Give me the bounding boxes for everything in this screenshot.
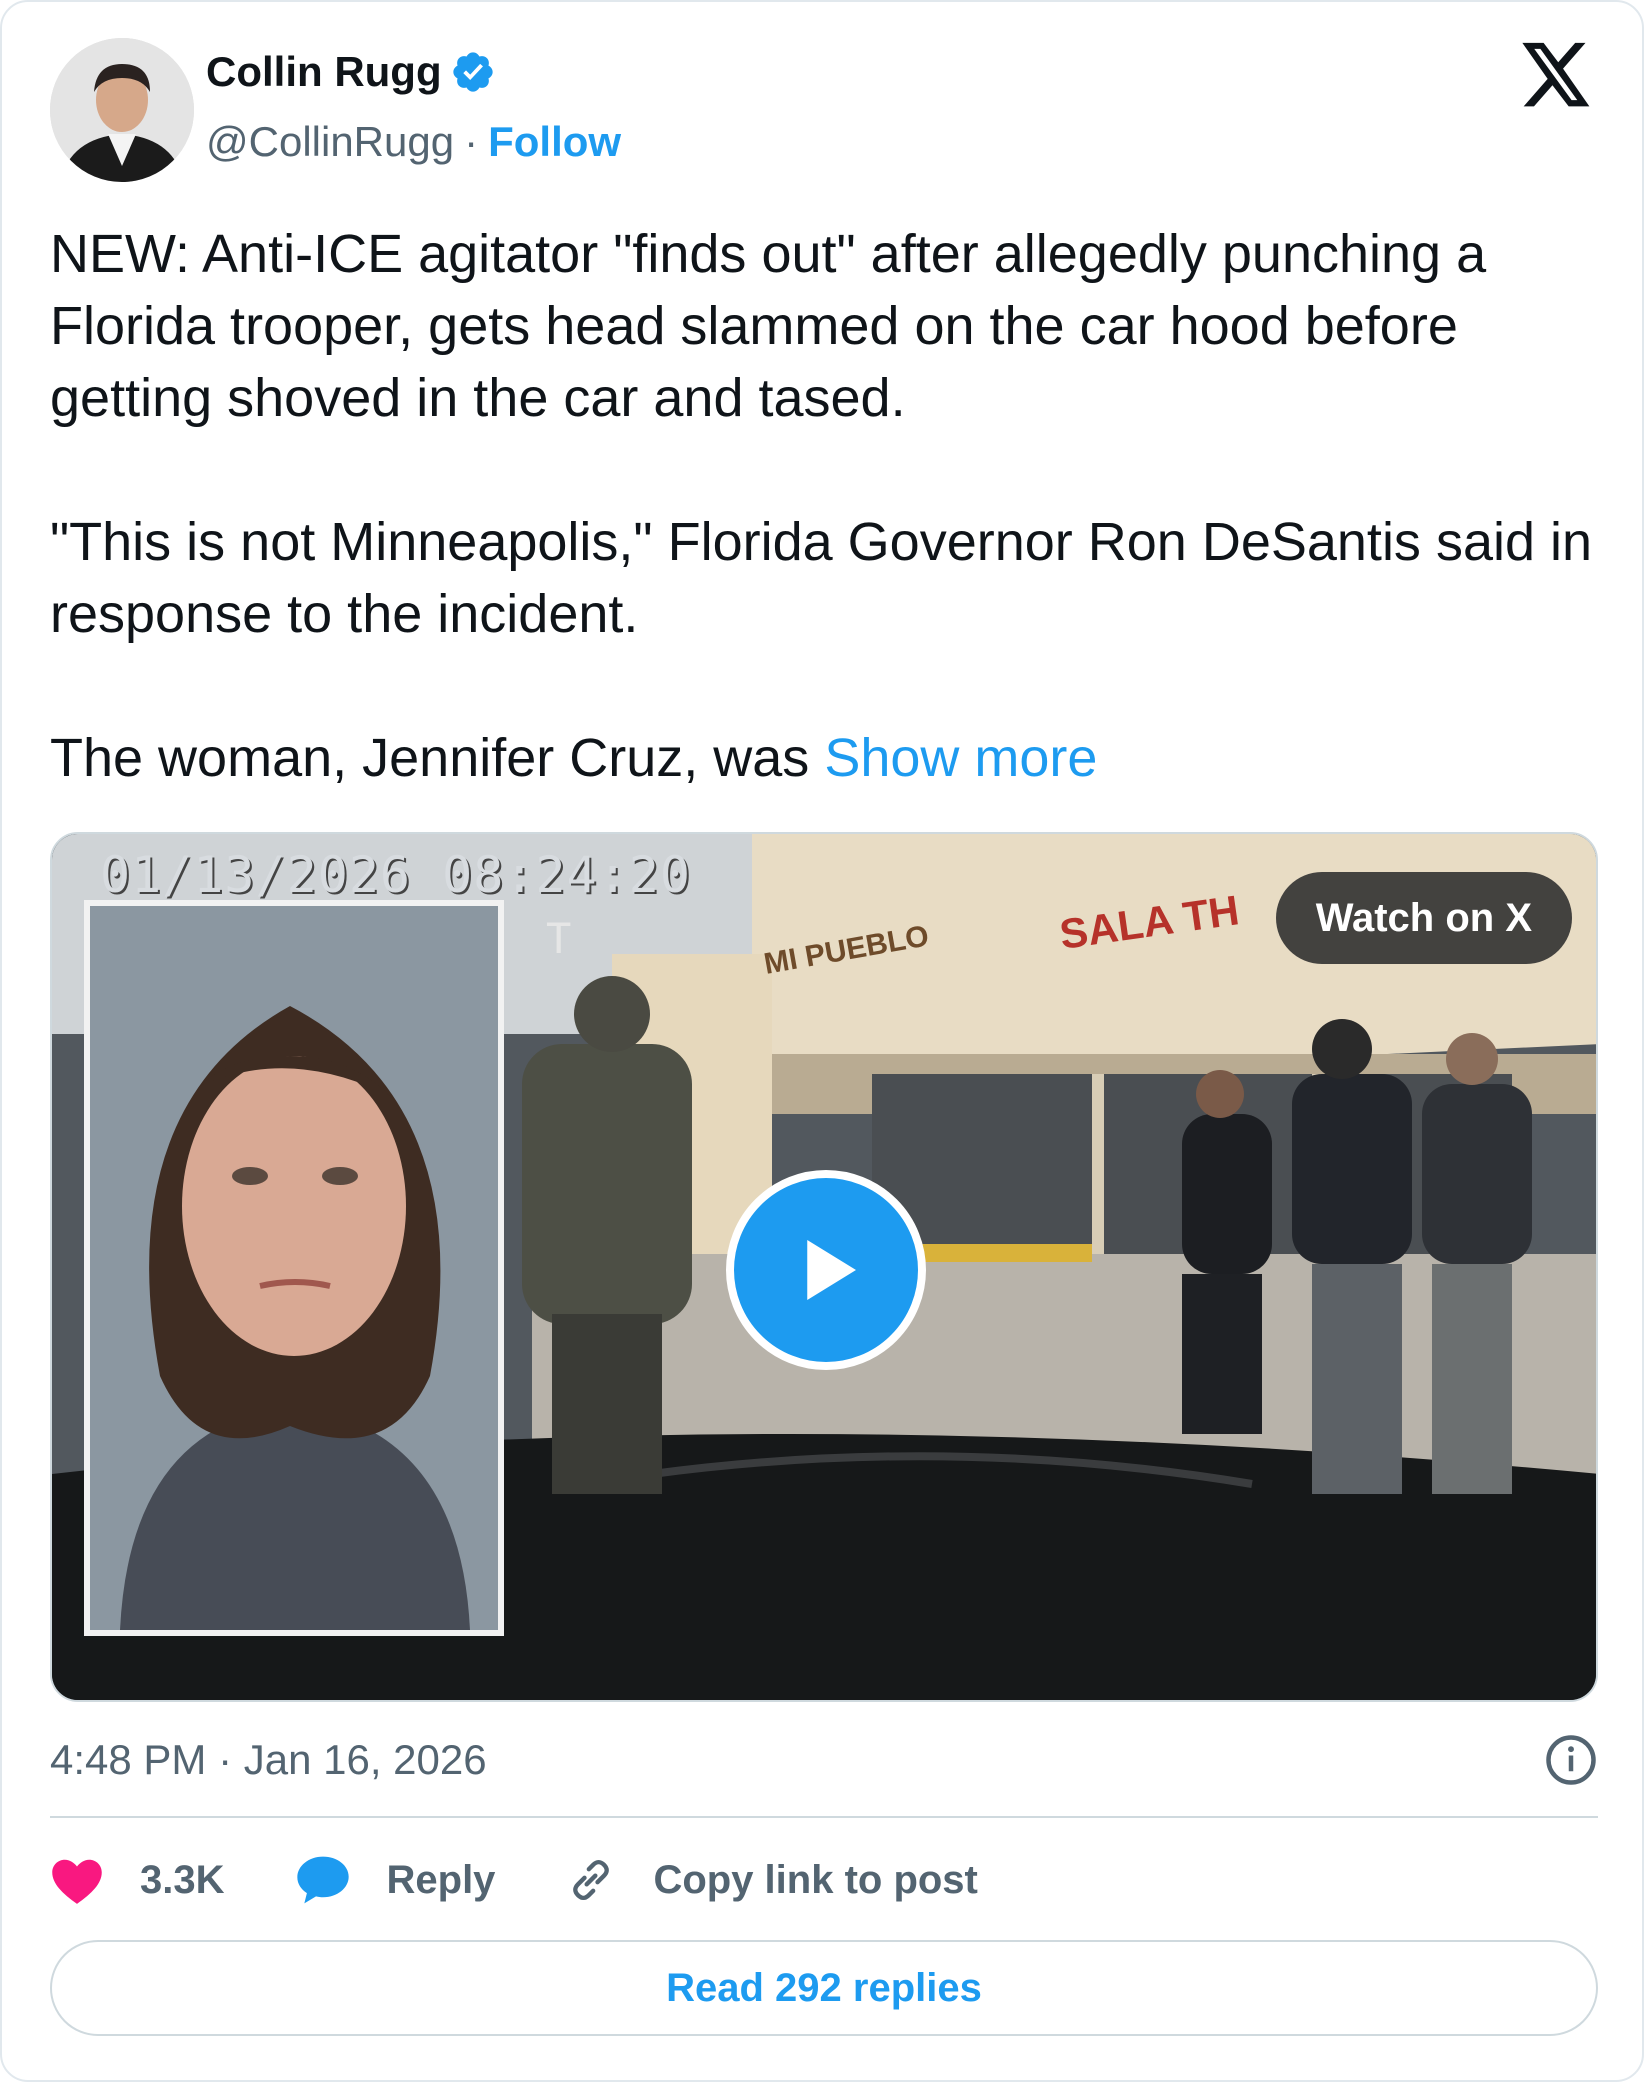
like-count: 3.3K: [140, 1857, 225, 1902]
author-handle-row: @CollinRugg · Follow: [206, 118, 621, 166]
like-button[interactable]: 3.3K: [50, 1855, 225, 1905]
video-media[interactable]: MI PUEBLO SALA TH 01/13/2026 08:24:20 T …: [50, 832, 1598, 1702]
post-timestamp[interactable]: 4:48 PM · Jan 16, 2026: [50, 1736, 487, 1784]
reply-button[interactable]: Reply: [295, 1854, 496, 1906]
video-overlay-mark: T: [546, 914, 572, 963]
action-bar: 3.3K Reply Copy link to post: [50, 1848, 1048, 1912]
tweet-card: Collin Rugg @CollinRugg · Follow NEW: An…: [0, 0, 1644, 2082]
copy-link-button[interactable]: Copy link to post: [565, 1854, 978, 1906]
info-icon[interactable]: [1544, 1733, 1598, 1787]
show-more-link[interactable]: Show more: [824, 728, 1097, 788]
link-icon: [573, 1859, 610, 1901]
heart-icon: [52, 1859, 102, 1904]
read-replies-button[interactable]: Read 292 replies: [50, 1940, 1598, 2036]
author-handle[interactable]: @CollinRugg: [206, 118, 454, 166]
x-logo-icon[interactable]: [1522, 42, 1592, 108]
tweet-paragraph-3-text: The woman, Jennifer Cruz, was: [50, 728, 825, 788]
tweet-paragraph-1: NEW: Anti-ICE agitator "finds out" after…: [50, 224, 1487, 428]
author-name[interactable]: Collin Rugg: [206, 48, 442, 96]
watch-on-x-button[interactable]: Watch on X: [1275, 872, 1572, 964]
reply-label: Reply: [386, 1857, 496, 1902]
play-button[interactable]: [726, 1170, 926, 1370]
video-timestamp-overlay: 01/13/2026 08:24:20: [100, 846, 691, 904]
divider: [50, 1816, 1598, 1818]
verified-badge-icon: [452, 52, 493, 92]
tweet-meta: 4:48 PM · Jan 16, 2026: [50, 1730, 1598, 1790]
copy-link-label: Copy link to post: [653, 1857, 978, 1902]
separator-dot: ·: [464, 118, 479, 165]
tweet-paragraph-2: "This is not Minneapolis," Florida Gover…: [50, 512, 1593, 644]
mugshot-inset: [84, 900, 504, 1636]
play-icon: [807, 1240, 856, 1300]
follow-button[interactable]: Follow: [488, 118, 621, 166]
tweet-paragraph-3: The woman, Jennifer Cruz, was Show more: [50, 722, 1610, 794]
tweet-text: NEW: Anti-ICE agitator "finds out" after…: [50, 218, 1610, 794]
mugshot-image: [90, 906, 498, 1630]
avatar[interactable]: [50, 38, 194, 182]
reply-bubble-icon: [296, 1856, 349, 1904]
author-name-row: Collin Rugg: [206, 48, 496, 96]
